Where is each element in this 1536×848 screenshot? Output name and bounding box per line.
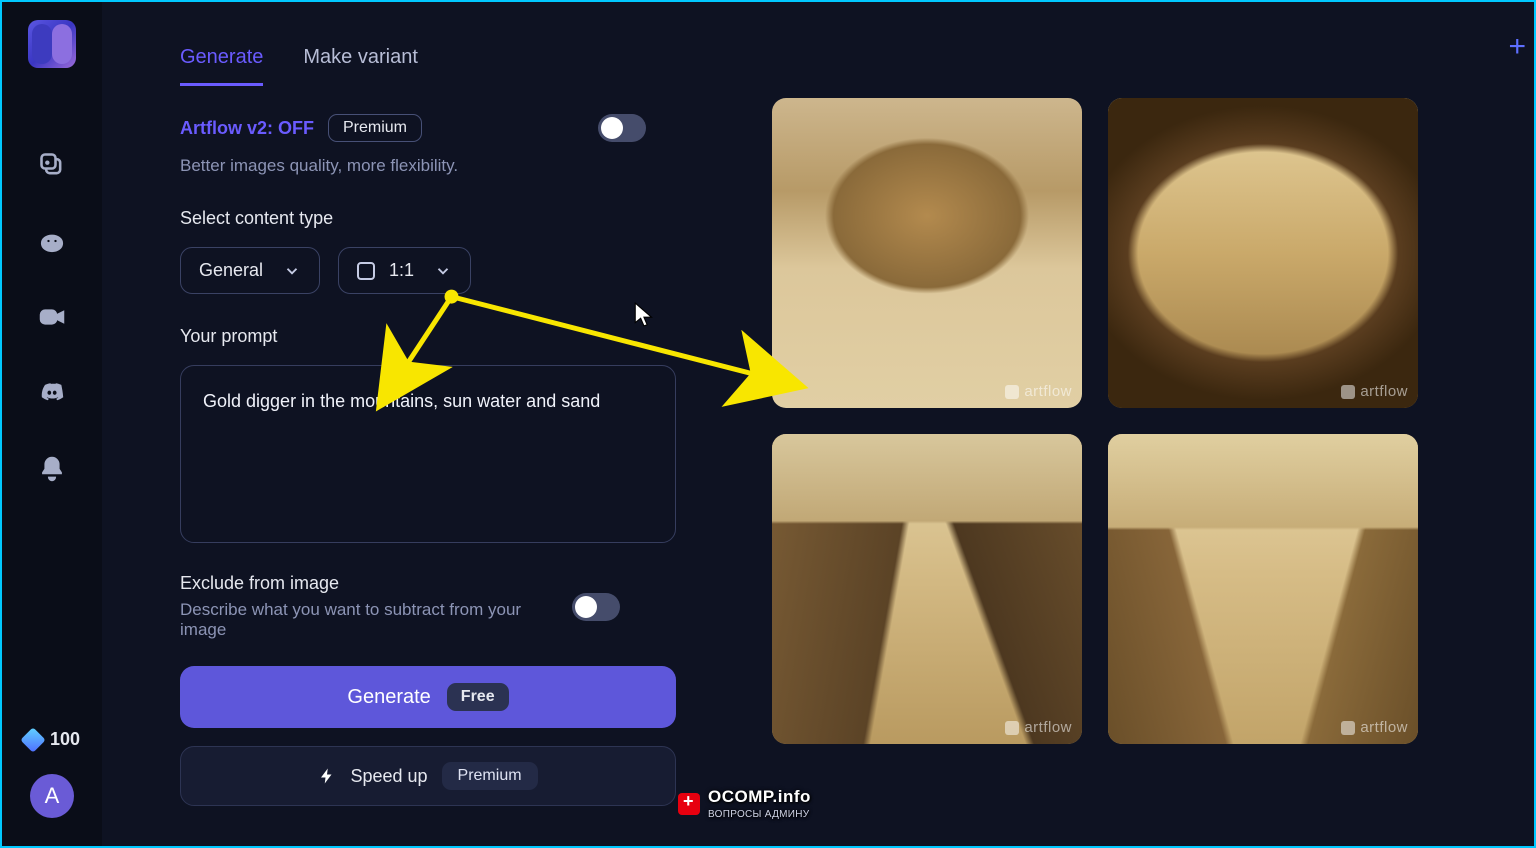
watermark: artflow (1341, 719, 1408, 736)
result-image[interactable]: artflow (1108, 434, 1418, 744)
ratio-icon (357, 262, 375, 280)
tabs: Generate Make variant (180, 26, 676, 86)
generate-button[interactable]: Generate Free (180, 666, 676, 728)
v2-label: Artflow v2: OFF (180, 118, 314, 139)
gem-icon (20, 727, 45, 752)
speedup-premium-tag: Premium (442, 762, 538, 790)
speedup-label: Speed up (350, 766, 427, 787)
watermark: artflow (1341, 383, 1408, 400)
ratio-value: 1:1 (389, 260, 414, 281)
credits-value: 100 (50, 729, 80, 750)
exclude-desc: Describe what you want to subtract from … (180, 600, 540, 640)
v2-premium-badge: Premium (328, 114, 422, 142)
generate-free-tag: Free (447, 683, 509, 711)
nav-image-icon[interactable] (35, 224, 69, 258)
thumb-icon (772, 98, 1082, 408)
nav-discord-icon[interactable] (35, 376, 69, 410)
app-logo[interactable] (28, 20, 76, 68)
exclude-toggle[interactable] (572, 593, 620, 621)
exclude-label: Exclude from image (180, 573, 540, 594)
chevron-down-icon (283, 262, 301, 280)
generate-button-label: Generate (347, 686, 430, 709)
content-type-value: General (199, 260, 263, 281)
prompt-input[interactable]: Gold digger in the mountains, sun water … (180, 365, 676, 543)
avatar[interactable]: A (30, 774, 74, 818)
add-button[interactable]: + (1508, 30, 1526, 64)
nav-copy-icon[interactable] (35, 148, 69, 182)
content-type-select[interactable]: General (180, 247, 320, 294)
watermark: artflow (1005, 383, 1072, 400)
tab-variant[interactable]: Make variant (303, 46, 418, 86)
thumb-icon (772, 434, 1082, 744)
prompt-label: Your prompt (180, 326, 676, 347)
tab-generate[interactable]: Generate (180, 46, 263, 86)
artflow-v2-row: Artflow v2: OFF Premium (180, 114, 676, 142)
thumb-icon (1108, 434, 1418, 744)
result-gallery: artflow artflow artflow artflow (772, 98, 1514, 744)
prompt-text: Gold digger in the mountains, sun water … (203, 391, 600, 411)
v2-desc: Better images quality, more flexibility. (180, 156, 676, 176)
generate-panel: Generate Make variant Artflow v2: OFF Pr… (102, 2, 712, 846)
sidebar: 100 A (2, 2, 102, 846)
result-image[interactable]: artflow (772, 434, 1082, 744)
speedup-button[interactable]: Speed up Premium (180, 746, 676, 806)
result-image[interactable]: artflow (772, 98, 1082, 408)
content-type-label: Select content type (180, 208, 676, 229)
nav-video-icon[interactable] (35, 300, 69, 334)
v2-toggle[interactable] (598, 114, 646, 142)
chevron-down-icon (434, 262, 452, 280)
credits-count[interactable]: 100 (24, 729, 80, 750)
aspect-ratio-select[interactable]: 1:1 (338, 247, 471, 294)
result-image[interactable]: artflow (1108, 98, 1418, 408)
bolt-icon (318, 765, 336, 787)
watermark: artflow (1005, 719, 1072, 736)
avatar-initial: A (45, 783, 60, 809)
nav (35, 148, 69, 486)
nav-bell-icon[interactable] (35, 452, 69, 486)
thumb-icon (1108, 98, 1418, 408)
